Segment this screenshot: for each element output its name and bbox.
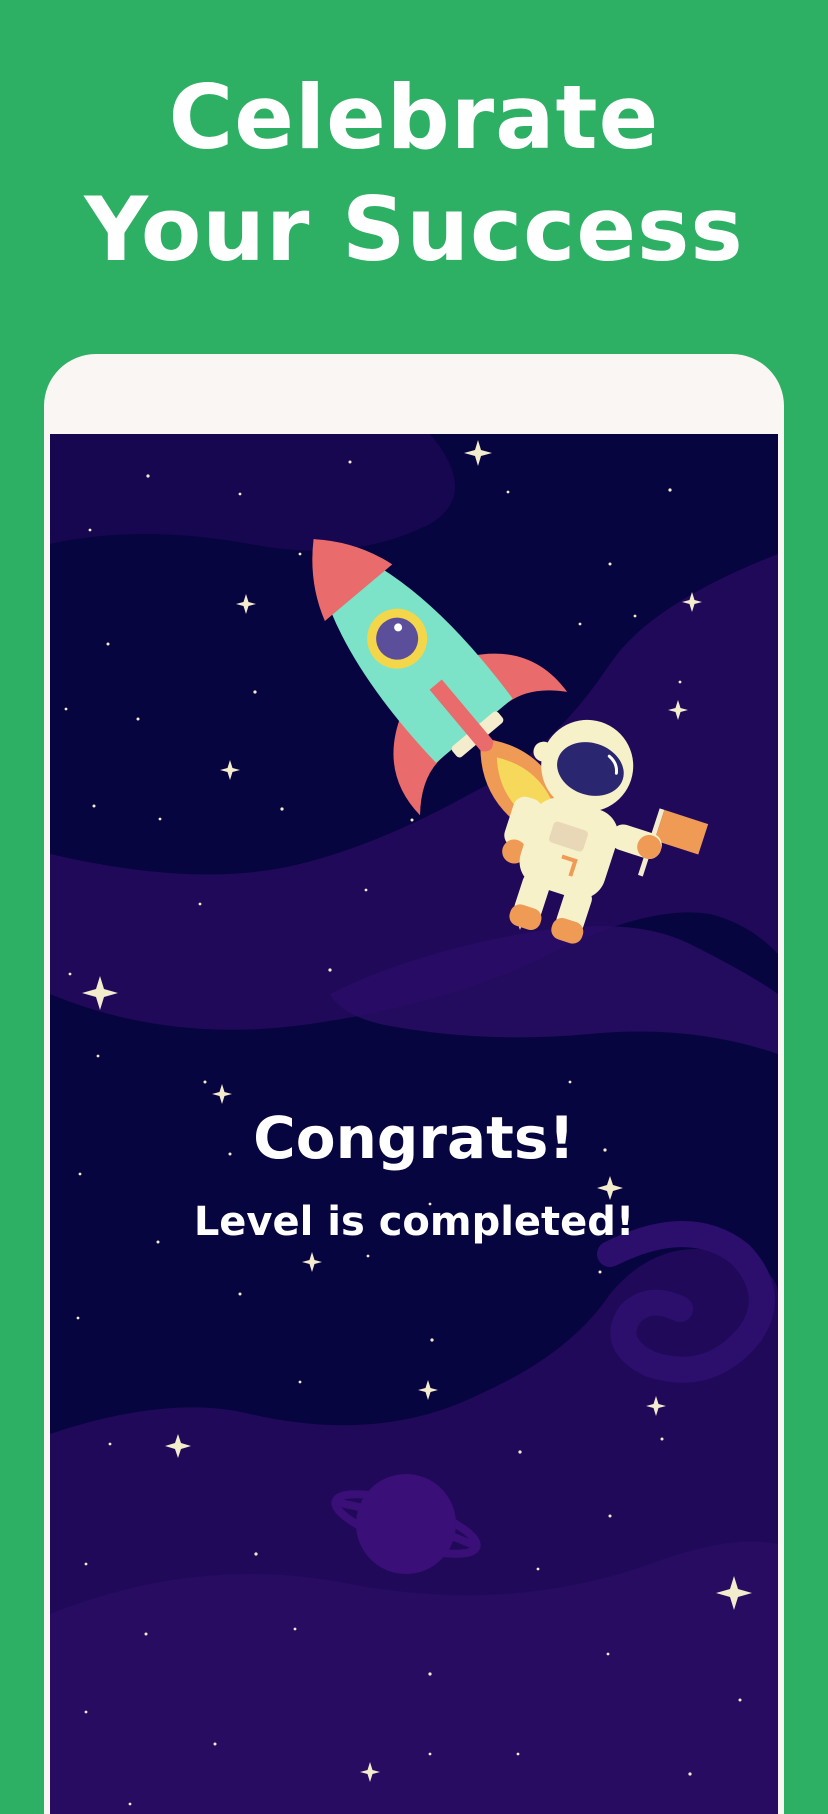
star-icon xyxy=(220,760,240,780)
star-icon xyxy=(302,1252,322,1272)
star-icon xyxy=(418,1380,438,1400)
phone-frame: Congrats! Level is completed! xyxy=(44,354,784,1814)
congrats-title: Congrats! xyxy=(50,1102,778,1174)
star-icon xyxy=(464,440,492,466)
star-icon xyxy=(212,1084,232,1104)
star-icon xyxy=(236,594,256,614)
game-screen: Congrats! Level is completed! xyxy=(50,434,778,1814)
headline-line-2: Your Success xyxy=(0,174,828,286)
headline-line-1: Celebrate xyxy=(0,62,828,174)
level-completed-subtitle: Level is completed! xyxy=(50,1196,778,1248)
promo-headline: Celebrate Your Success xyxy=(0,62,828,286)
nebula-top xyxy=(50,434,455,551)
